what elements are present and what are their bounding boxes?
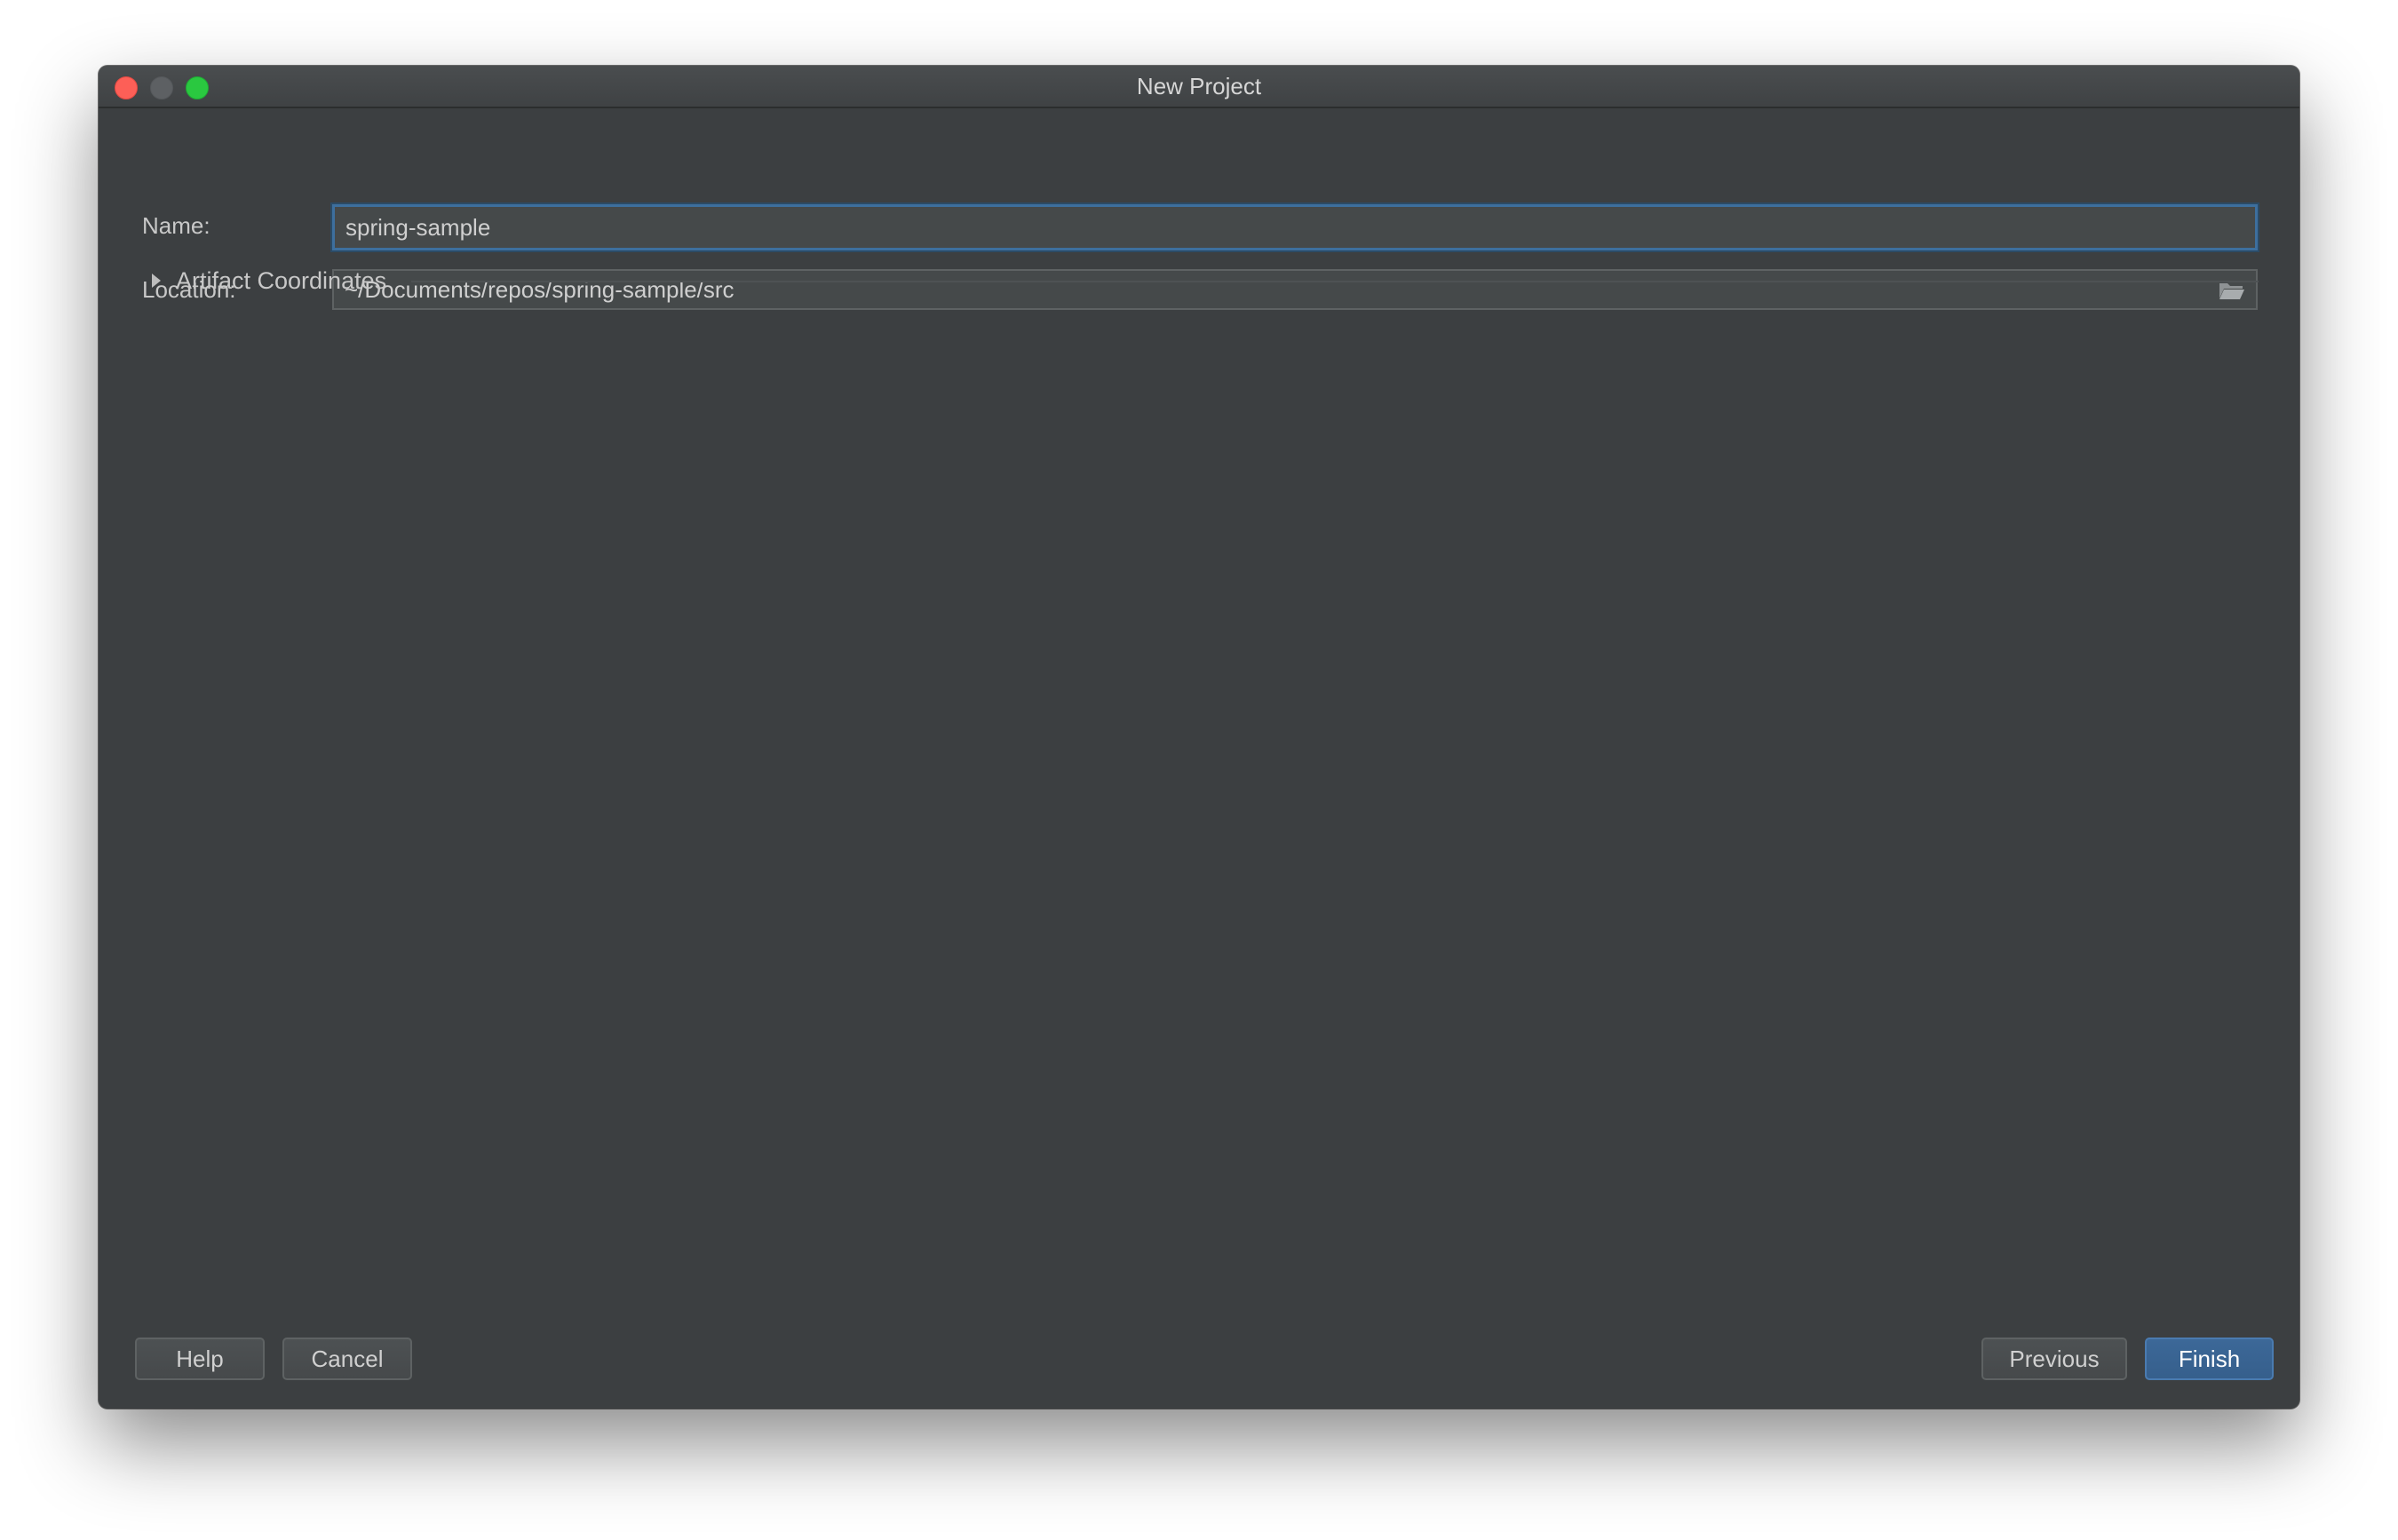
name-label: Name:	[142, 212, 210, 239]
location-field[interactable]: ~/Documents/repos/spring-sample/src	[332, 269, 2258, 310]
section-divider	[411, 281, 2259, 282]
artifact-coordinates-toggle[interactable]: Artifact Coordinates	[152, 265, 386, 297]
window-title: New Project	[1136, 73, 1262, 99]
previous-button[interactable]: Previous	[1981, 1338, 2127, 1380]
folder-icon[interactable]	[2219, 281, 2245, 300]
cancel-button[interactable]: Cancel	[282, 1338, 412, 1380]
help-button[interactable]: Help	[135, 1338, 265, 1380]
title-bar: New Project	[99, 66, 2299, 108]
name-input[interactable]	[332, 204, 2258, 250]
finish-button[interactable]: Finish	[2145, 1338, 2274, 1380]
new-project-dialog: New Project Name: Location: ~/Documents/…	[99, 66, 2299, 1409]
artifact-coordinates-label: Artifact Coordinates	[176, 266, 387, 294]
chevron-right-icon	[152, 274, 161, 288]
